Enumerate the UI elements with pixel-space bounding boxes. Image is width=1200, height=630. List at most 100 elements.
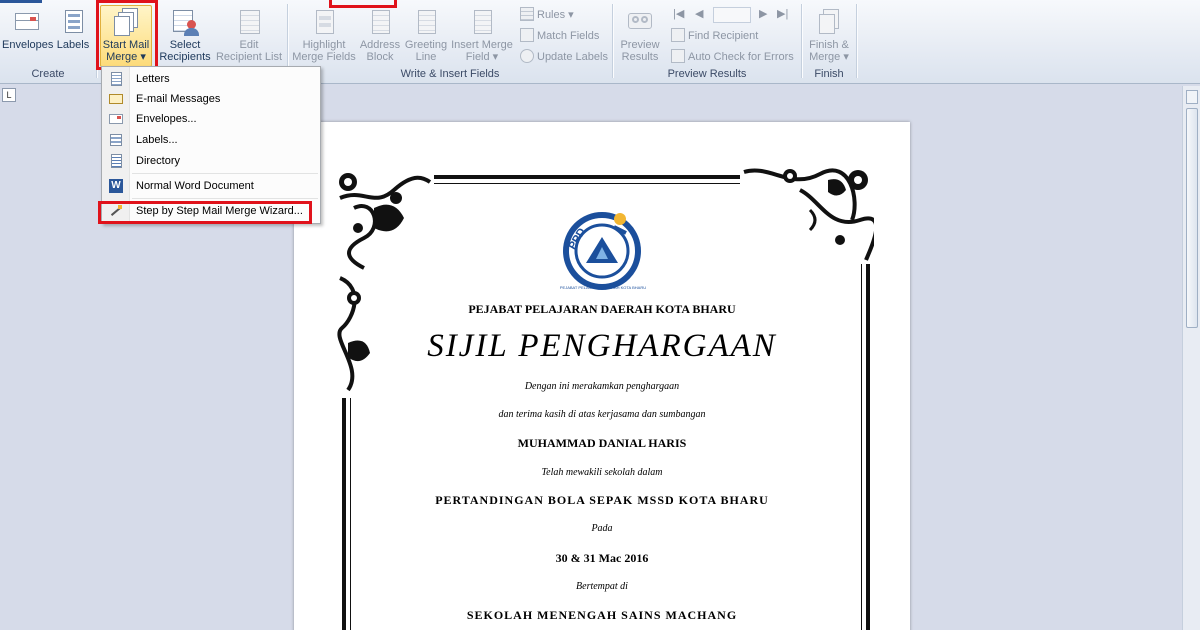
edit-list-icon: [234, 6, 264, 36]
last-record-icon[interactable]: ▶|: [777, 7, 788, 20]
highlight-icon: [309, 6, 339, 36]
highlight-box-wizard: [98, 201, 312, 224]
envelope-icon: [12, 6, 42, 36]
recipient-name: MUHAMMAD DANIAL HARIS: [517, 436, 687, 450]
finish-merge-icon: [814, 6, 844, 36]
envelopes-button[interactable]: Envelopes: [2, 6, 53, 51]
labels-icon: [58, 6, 88, 36]
ruler-tab-selector[interactable]: L: [0, 86, 18, 104]
first-record-icon[interactable]: |◀: [673, 7, 684, 20]
update-labels-button[interactable]: Update Labels: [520, 48, 608, 66]
menu-item-label: Directory: [136, 155, 181, 167]
record-navigation: |◀ ◀ ▶ ▶|: [671, 7, 801, 23]
menu-item-email-messages[interactable]: E-mail Messages: [104, 89, 318, 109]
ruler-toggle-icon[interactable]: [1186, 90, 1198, 104]
update-labels-label: Update Labels: [537, 51, 608, 63]
vertical-scrollbar[interactable]: [1182, 86, 1200, 630]
text-line-3: Telah mewakili sekolah dalam: [541, 467, 663, 478]
ppd-logo: [563, 212, 641, 290]
insert-merge-field-label-2: Field ▾: [465, 51, 499, 63]
rules-label: Rules ▾: [537, 9, 574, 21]
address-block-label-1: Address: [359, 39, 401, 51]
auto-check-icon: [671, 49, 685, 63]
certificate-title: SIJIL PENGHARGAAN: [427, 328, 777, 364]
edit-recipient-list-button[interactable]: Edit Recipient List: [215, 6, 283, 63]
menu-item-label: Normal Word Document: [136, 180, 254, 192]
finish-merge-label-1: Finish &: [809, 39, 849, 51]
labels-icon: [109, 133, 123, 147]
rules-icon: [520, 7, 534, 21]
select-recipients-label-1: Select: [169, 39, 201, 51]
auto-check-errors-button[interactable]: Auto Check for Errors: [671, 48, 794, 66]
menu-item-envelopes[interactable]: Envelopes...: [104, 109, 318, 129]
menu-separator: [132, 173, 318, 174]
text-line-2: dan terima kasih di atas kerjasama dan s…: [498, 409, 706, 420]
menu-item-label: Envelopes...: [136, 113, 197, 125]
word-document-icon: W: [109, 179, 123, 193]
menu-item-label: E-mail Messages: [136, 93, 221, 105]
separator: [856, 4, 857, 78]
address-block-icon: [365, 6, 395, 36]
office-name: PEJABAT PELAJARAN DAERAH KOTA BHARU: [468, 302, 736, 316]
group-finish-label: Finish: [814, 68, 844, 80]
greeting-line-button[interactable]: Greeting Line: [403, 6, 449, 63]
scrollbar-thumb[interactable]: [1186, 108, 1198, 328]
highlight-label-1: Highlight: [302, 39, 346, 51]
find-recipient-label: Find Recipient: [688, 30, 759, 42]
insert-merge-field-button[interactable]: Insert Merge Field ▾: [450, 6, 514, 63]
record-number-input[interactable]: [713, 7, 751, 23]
menu-item-label: Labels...: [136, 134, 178, 146]
menu-item-letters[interactable]: Letters: [104, 69, 318, 89]
text-line-4: Pada: [591, 523, 613, 534]
highlight-box-start-mail-merge: [96, 0, 158, 70]
letter-icon: [109, 72, 123, 86]
address-block-label-2: Block: [366, 51, 394, 63]
greeting-line-label-2: Line: [415, 51, 437, 63]
insert-merge-field-icon: [467, 6, 497, 36]
group-create: Envelopes Labels Create: [0, 2, 96, 82]
labels-button[interactable]: Labels: [54, 6, 92, 51]
highlight-merge-fields-button[interactable]: Highlight Merge Fields: [292, 6, 356, 63]
find-recipient-button[interactable]: Find Recipient: [671, 27, 758, 45]
ornament-top-right: [740, 160, 874, 264]
greeting-line-icon: [411, 6, 441, 36]
insert-merge-field-label-1: Insert Merge: [451, 39, 513, 51]
finish-merge-button[interactable]: Finish & Merge ▾: [805, 6, 853, 63]
rules-button[interactable]: Rules ▾: [520, 6, 574, 24]
logo-ring-text: PEJABAT PELAJARAN DAERAH KOTA BHARU: [559, 285, 647, 290]
previous-record-icon[interactable]: ◀: [695, 7, 703, 20]
menu-item-directory[interactable]: Directory: [104, 151, 318, 171]
email-icon: [109, 92, 123, 106]
preview-results-label-2: Results: [621, 51, 659, 63]
labels-label: Labels: [56, 39, 90, 51]
ruler-tab-symbol: L: [2, 88, 16, 102]
select-recipients-icon: [170, 6, 200, 36]
menu-item-normal-word-document[interactable]: W Normal Word Document: [104, 176, 318, 196]
highlight-label-2: Merge Fields: [292, 51, 356, 63]
edit-recipient-list-label-1: Edit: [239, 39, 259, 51]
address-block-button[interactable]: Address Block: [358, 6, 402, 63]
menu-separator: [132, 198, 318, 199]
directory-icon: [109, 154, 123, 168]
group-write-label: Write & Insert Fields: [400, 68, 500, 80]
auto-check-label: Auto Check for Errors: [688, 51, 794, 63]
find-recipient-icon: [671, 28, 685, 42]
group-write-insert-fields: Highlight Merge Fields Address Block Gre…: [288, 2, 612, 82]
group-create-label: Create: [31, 68, 65, 80]
next-record-icon[interactable]: ▶: [759, 7, 767, 20]
finish-merge-label-2: Merge ▾: [809, 51, 849, 63]
group-preview-label: Preview Results: [667, 68, 747, 80]
menu-item-labels[interactable]: Labels...: [104, 130, 318, 150]
match-fields-button[interactable]: Match Fields: [520, 27, 599, 45]
match-fields-label: Match Fields: [537, 30, 600, 42]
highlight-box-top: [329, 0, 397, 8]
edit-recipient-list-label-2: Recipient List: [215, 51, 283, 63]
event-name: PERTANDINGAN BOLA SEPAK MSSD KOTA BHARU: [435, 493, 769, 507]
select-recipients-button[interactable]: Select Recipients ▾: [157, 6, 213, 75]
text-line-1: Dengan ini merakamkan penghargaan: [524, 381, 680, 392]
envelope-icon: [109, 112, 123, 126]
preview-icon: [625, 6, 655, 36]
menu-item-label: Letters: [136, 73, 170, 85]
preview-results-button[interactable]: Preview Results: [616, 6, 664, 63]
update-labels-icon: [520, 49, 534, 63]
